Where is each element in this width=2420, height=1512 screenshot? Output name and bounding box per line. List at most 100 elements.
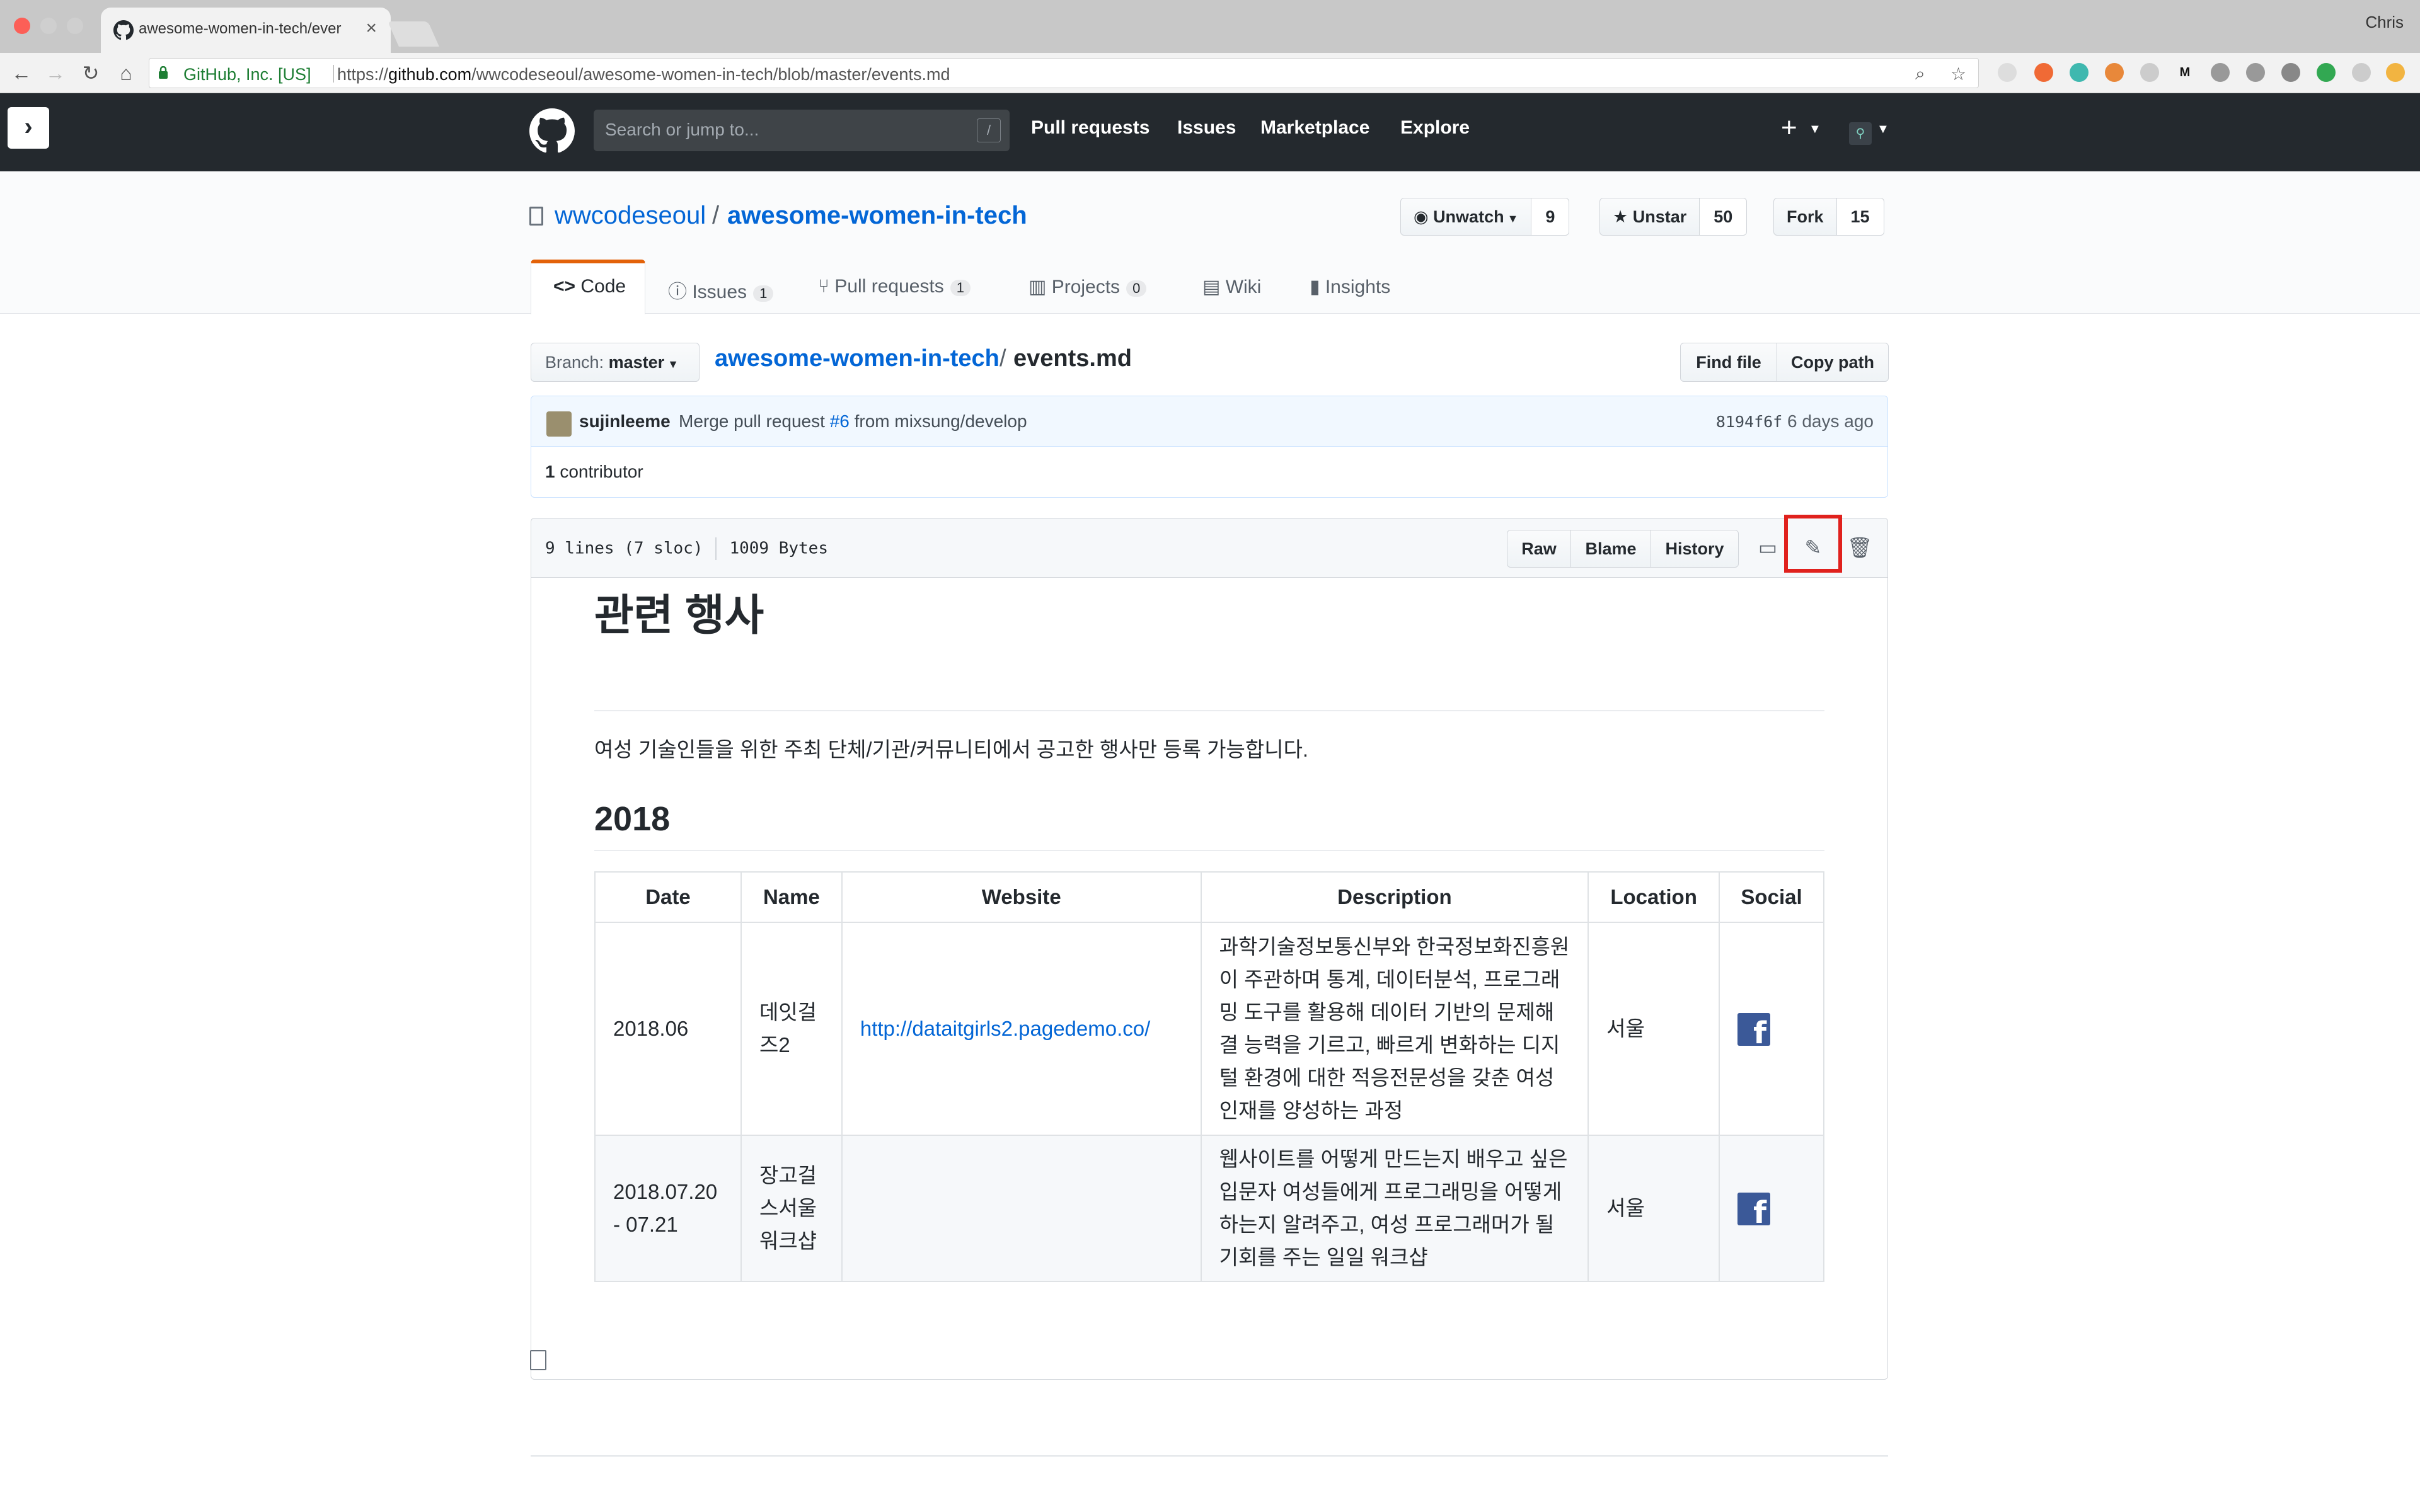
fork-button[interactable]: Fork <box>1773 198 1837 236</box>
commit-message[interactable]: Merge pull request #6 from mixsung/devel… <box>679 411 1027 432</box>
copy-path-button[interactable]: Copy path <box>1777 343 1889 382</box>
markdown-paragraph: 여성 기술인들을 위한 주최 단체/기관/커뮤니티에서 공고한 행사만 등록 가… <box>594 738 1309 761</box>
events-table: Date Name Website Description Location S… <box>594 871 1824 1282</box>
repo-path-separator: / <box>712 202 720 229</box>
extension-icon[interactable] <box>2105 63 2124 82</box>
pr-link[interactable]: #6 <box>830 411 850 431</box>
column-header: Date <box>594 871 742 923</box>
unwatch-button[interactable]: ◉ Unwatch ▼ <box>1400 198 1532 236</box>
extension-icon[interactable] <box>2281 63 2300 82</box>
browser-toolbar: ← → ↻ ⌂ GitHub, Inc. [US] https://github… <box>0 53 2420 93</box>
extension-icon[interactable] <box>2070 63 2089 82</box>
branch-select-button[interactable]: Branch: master ▼ <box>531 343 700 382</box>
column-header: Location <box>1587 871 1720 923</box>
file-header: 9 lines (7 sloc) 1009 Bytes Raw Blame His… <box>531 515 1887 578</box>
search-input[interactable]: Search or jump to... / <box>594 110 1010 151</box>
facebook-icon[interactable]: f <box>1737 1013 1771 1050</box>
column-header: Social <box>1719 871 1824 923</box>
github-header: › Search or jump to... / Pull requests I… <box>0 93 2420 171</box>
zoom-icon[interactable]: ⌕ <box>1915 64 1925 84</box>
tab-insights[interactable]: ▮ Insights <box>1310 276 1390 330</box>
table-row: 2018.07.20 - 07.21 장고걸스서울 워크샵 웹사이트를 어떻게 … <box>594 1135 1824 1282</box>
extension-icon[interactable] <box>2246 63 2265 82</box>
avatar[interactable] <box>546 411 572 437</box>
raw-button[interactable]: Raw <box>1507 530 1571 568</box>
window-minimize-button[interactable] <box>40 18 57 34</box>
find-file-button[interactable]: Find file <box>1680 343 1777 382</box>
nav-pull-requests[interactable]: Pull requests <box>1031 117 1150 139</box>
extension-icon[interactable] <box>2386 63 2405 82</box>
blame-button[interactable]: Blame <box>1570 530 1651 568</box>
desktop-icon[interactable]: ▭ <box>1753 532 1783 563</box>
tab-issues[interactable]: ⓘ Issues 1 <box>668 276 774 330</box>
unstar-button[interactable]: ★ Unstar <box>1599 198 1700 236</box>
nav-marketplace[interactable]: Marketplace <box>1260 117 1369 139</box>
extension-icon[interactable] <box>2352 63 2371 82</box>
cell-social: f <box>1719 1135 1824 1282</box>
heading-divider <box>594 710 1824 711</box>
column-header: Description <box>1200 871 1589 923</box>
column-header: Name <box>740 871 843 923</box>
bookmark-star-icon[interactable]: ☆ <box>1950 64 1966 84</box>
url-text[interactable]: https://github.com/wwcodeseoul/awesome-w… <box>337 65 950 84</box>
tab-close-icon[interactable]: × <box>366 18 377 39</box>
cell-website <box>841 1135 1202 1282</box>
window-zoom-button[interactable] <box>67 18 83 34</box>
tab-code[interactable]: <> Code <box>553 276 626 330</box>
chevron-down-icon[interactable]: ▼ <box>1877 122 1889 137</box>
create-new-button[interactable]: + <box>1781 112 1797 144</box>
trash-icon[interactable]: 🗑 <box>1845 532 1875 563</box>
heading-divider <box>594 850 1824 851</box>
extension-icon[interactable] <box>2140 63 2159 82</box>
address-bar[interactable]: GitHub, Inc. [US] https://github.com/wwc… <box>149 58 1979 88</box>
tab-pull-requests[interactable]: ⑂ Pull requests 1 <box>818 276 971 330</box>
avatar[interactable]: ⚲ <box>1849 122 1872 145</box>
extension-icon[interactable] <box>2211 63 2230 82</box>
commit-sha-link[interactable]: 8194f6f <box>1716 413 1782 431</box>
browser-tab[interactable]: awesome-women-in-tech/ever × <box>101 8 391 53</box>
profile-name[interactable]: Chris <box>2365 13 2404 32</box>
tab-wiki[interactable]: ▤ Wiki <box>1202 276 1261 330</box>
github-favicon <box>113 20 134 40</box>
eye-icon: ◉ <box>1414 207 1434 226</box>
browser-tabstrip: awesome-women-in-tech/ever × Chris <box>0 0 2420 53</box>
facebook-icon[interactable]: f <box>1737 1193 1771 1229</box>
watch-count[interactable]: 9 <box>1531 198 1570 236</box>
cell-website: http://dataitgirls2.pagedemo.co/ <box>841 922 1202 1136</box>
window-close-button[interactable] <box>14 18 30 34</box>
back-icon[interactable]: ← <box>9 60 34 86</box>
tab-projects[interactable]: ▥ Projects 0 <box>1028 276 1147 330</box>
search-placeholder: Search or jump to... <box>605 120 759 139</box>
repo-icon <box>529 207 543 226</box>
repo-name-link[interactable]: awesome-women-in-tech <box>727 202 1027 230</box>
file-box: 9 lines (7 sloc) 1009 Bytes Raw Blame His… <box>530 515 1888 1380</box>
chevron-down-icon[interactable]: ▼ <box>1809 122 1821 137</box>
forward-icon[interactable]: → <box>43 60 68 86</box>
reload-icon[interactable]: ↻ <box>78 60 103 86</box>
extension-icon[interactable] <box>1998 63 2017 82</box>
new-tab-button[interactable] <box>388 21 439 47</box>
extension-icon[interactable] <box>2317 63 2336 82</box>
medium-icon[interactable]: M <box>2175 63 2194 82</box>
github-logo-icon[interactable] <box>529 108 575 154</box>
table-header-row: Date Name Website Description Location S… <box>594 871 1824 923</box>
fork-count[interactable]: 15 <box>1836 198 1884 236</box>
star-count[interactable]: 50 <box>1700 198 1748 236</box>
website-link[interactable]: http://dataitgirls2.pagedemo.co/ <box>860 1017 1150 1040</box>
contributors-link[interactable]: 1 contributor <box>545 462 643 482</box>
markdown-heading-2: 2018 <box>594 800 671 838</box>
cell-date: 2018.06 <box>594 922 742 1136</box>
home-icon[interactable]: ⌂ <box>113 60 139 86</box>
issue-icon: ⓘ <box>668 282 693 302</box>
sidebar-toggle-button[interactable]: › <box>8 107 49 149</box>
history-button[interactable]: History <box>1651 530 1739 568</box>
projects-counter: 0 <box>1126 280 1147 297</box>
extension-icon[interactable] <box>2034 63 2053 82</box>
nav-explore[interactable]: Explore <box>1400 117 1470 139</box>
nav-issues[interactable]: Issues <box>1177 117 1236 139</box>
repo-header: wwcodeseoul / awesome-women-in-tech ◉ Un… <box>0 171 2420 314</box>
breadcrumb-repo-link[interactable]: awesome-women-in-tech <box>715 345 1000 372</box>
footer-divider <box>531 1455 1888 1457</box>
repo-owner-link[interactable]: wwcodeseoul <box>555 202 706 230</box>
commit-author-link[interactable]: sujinleeme <box>579 411 671 432</box>
